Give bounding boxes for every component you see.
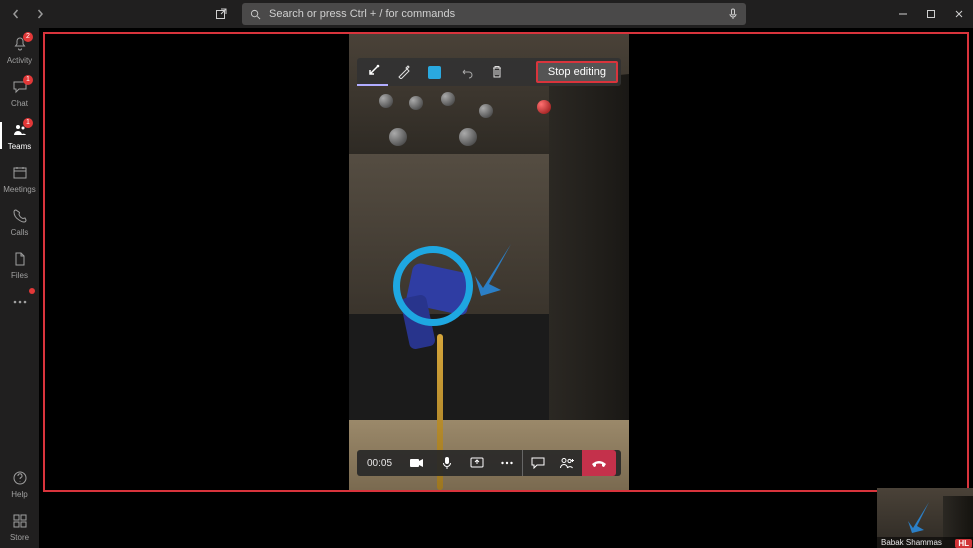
minimize-button[interactable] — [889, 0, 917, 28]
rail-label: Meetings — [3, 185, 35, 194]
popout-icon[interactable] — [210, 3, 232, 25]
rail-label: Files — [11, 271, 28, 280]
rail-teams[interactable]: Teams 1 — [0, 120, 39, 151]
badge: 1 — [23, 75, 33, 85]
badge-dot — [29, 288, 35, 294]
rail-label: Chat — [11, 99, 28, 108]
hang-up-button[interactable] — [582, 450, 616, 476]
title-bar: Search or press Ctrl + / for commands — [0, 0, 973, 28]
file-icon — [10, 249, 30, 269]
chat-panel-button[interactable] — [522, 450, 552, 476]
mic-toggle-button[interactable] — [432, 450, 462, 476]
camera-feed — [349, 34, 629, 490]
participant-thumbnail[interactable]: Babak Shammas HL — [877, 488, 973, 548]
search-placeholder: Search or press Ctrl + / for commands — [269, 8, 455, 20]
app-rail: Activity 2 Chat 1 Teams 1 Meetings Calls… — [0, 28, 39, 548]
annotation-circle — [393, 246, 473, 326]
rail-label: Store — [10, 533, 29, 542]
undo-button[interactable] — [450, 58, 481, 86]
color-picker-button[interactable] — [419, 58, 450, 86]
rail-label: Calls — [11, 228, 29, 237]
calendar-icon — [10, 163, 30, 183]
rail-overflow[interactable] — [0, 292, 39, 312]
participant-name: Babak Shammas — [881, 538, 942, 547]
meeting-stage: Stop editing 00:05 Babak Shammas — [39, 28, 973, 548]
stop-editing-button[interactable]: Stop editing — [536, 61, 618, 83]
store-icon — [10, 511, 30, 531]
search-icon — [250, 9, 261, 20]
call-controls: 00:05 — [357, 450, 621, 476]
hololens-badge: HL — [955, 539, 972, 548]
rail-activity[interactable]: Activity 2 — [0, 34, 39, 65]
badge: 1 — [23, 118, 33, 128]
back-button[interactable] — [6, 4, 26, 24]
rail-label: Help — [11, 490, 27, 499]
pen-tool-button[interactable] — [388, 58, 419, 86]
arrow-tool-button[interactable] — [357, 58, 388, 86]
participants-button[interactable] — [552, 450, 582, 476]
forward-button[interactable] — [30, 4, 50, 24]
mic-icon[interactable] — [728, 8, 738, 20]
rail-calls[interactable]: Calls — [0, 206, 39, 237]
help-icon — [10, 468, 30, 488]
close-button[interactable] — [945, 0, 973, 28]
search-box[interactable]: Search or press Ctrl + / for commands — [242, 3, 746, 25]
ellipsis-icon — [10, 292, 30, 312]
history-nav — [0, 4, 50, 24]
more-actions-button[interactable] — [492, 450, 522, 476]
rail-store[interactable]: Store — [0, 511, 39, 542]
rail-chat[interactable]: Chat 1 — [0, 77, 39, 108]
share-screen-button[interactable] — [462, 450, 492, 476]
shared-screen: Stop editing 00:05 — [349, 34, 629, 490]
maximize-button[interactable] — [917, 0, 945, 28]
rail-help[interactable]: Help — [0, 468, 39, 499]
delete-button[interactable] — [481, 58, 512, 86]
phone-icon — [10, 206, 30, 226]
badge: 2 — [23, 32, 33, 42]
stop-editing-label: Stop editing — [548, 66, 606, 78]
rail-meetings[interactable]: Meetings — [0, 163, 39, 194]
rail-files[interactable]: Files — [0, 249, 39, 280]
call-duration: 00:05 — [357, 458, 402, 469]
window-controls — [889, 0, 973, 28]
camera-toggle-button[interactable] — [402, 450, 432, 476]
rail-label: Activity — [7, 56, 32, 65]
rail-label: Teams — [8, 142, 32, 151]
annotation-toolbar: Stop editing — [357, 58, 621, 86]
